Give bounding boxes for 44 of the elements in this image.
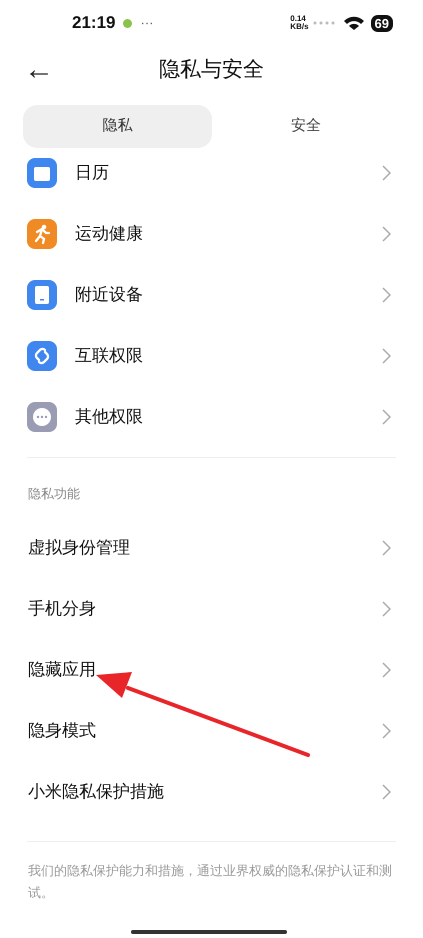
item-label: 小米隐私保护措施	[28, 781, 165, 804]
section-header: 隐私功能	[27, 485, 81, 503]
chevron-icon	[382, 723, 391, 739]
list-item[interactable]: 附近设备	[0, 264, 423, 325]
app-icon	[123, 18, 132, 28]
item-label: 运动健康	[75, 222, 144, 245]
chevron-icon	[382, 540, 391, 556]
item-label: 隐藏应用	[28, 659, 97, 682]
item-label: 附近设备	[75, 284, 144, 306]
list-item[interactable]: 运动健康	[0, 203, 423, 264]
chevron-icon	[382, 164, 391, 180]
list-item[interactable]: 互联权限	[0, 325, 423, 386]
list-item[interactable]: 小米隐私保护措施	[0, 762, 423, 822]
speed-unit: KB/s	[290, 23, 309, 31]
list-item[interactable]: 其他权限	[0, 386, 423, 447]
item-label: 隐身模式	[28, 720, 97, 742]
footer-note: 我们的隐私保护能力和措施，通过业界权威的隐私保护认证和测试。	[27, 862, 393, 902]
chevron-icon	[382, 601, 391, 617]
item-label: 日历	[75, 162, 110, 184]
list-item[interactable]: 虚拟身份管理	[0, 518, 423, 578]
speed-value: 0.14	[290, 15, 307, 23]
status-time: 21:19	[72, 12, 116, 34]
list-item[interactable]: 手机分身	[0, 578, 423, 640]
wifi-icon	[342, 16, 365, 30]
chevron-icon	[382, 226, 391, 242]
chevron-icon	[382, 348, 391, 364]
item-label: 虚拟身份管理	[28, 537, 131, 560]
list-item[interactable]: 隐身模式	[0, 700, 423, 762]
back-button[interactable]: ←	[24, 55, 54, 85]
chevron-icon	[382, 408, 391, 424]
item-label: 互联权限	[75, 344, 144, 367]
chevron-icon	[382, 286, 391, 302]
chevron-icon	[382, 784, 391, 800]
signal-icon	[312, 21, 335, 25]
tab[interactable]: 隐私	[23, 105, 212, 148]
item-label: 手机分身	[28, 598, 97, 620]
list-item[interactable]: 日历	[0, 148, 423, 203]
item-label: 其他权限	[75, 406, 144, 428]
chevron-icon	[382, 662, 391, 678]
battery-indicator: 69	[370, 14, 393, 32]
list-item[interactable]: 隐藏应用	[0, 640, 423, 700]
tab[interactable]: 安全	[212, 105, 400, 148]
page-title: 隐私与安全	[159, 57, 264, 84]
more-indicator: ···	[140, 14, 154, 32]
